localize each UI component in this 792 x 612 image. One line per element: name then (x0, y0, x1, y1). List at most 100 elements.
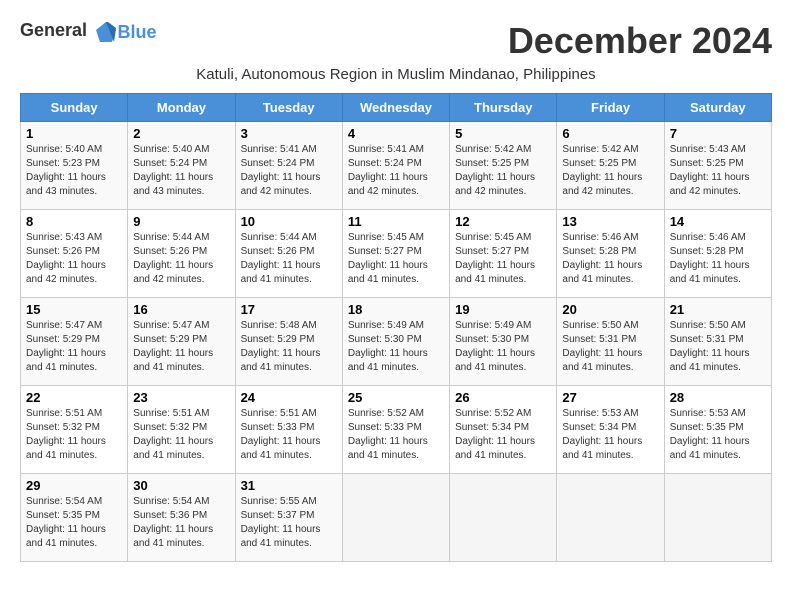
day-number: 1 (26, 126, 122, 141)
calendar-day-cell: 8 Sunrise: 5:43 AM Sunset: 5:26 PM Dayli… (21, 210, 128, 298)
calendar-day-cell: 22 Sunrise: 5:51 AM Sunset: 5:32 PM Dayl… (21, 386, 128, 474)
calendar-day-cell: 13 Sunrise: 5:46 AM Sunset: 5:28 PM Dayl… (557, 210, 664, 298)
day-number: 4 (348, 126, 444, 141)
day-number: 13 (562, 214, 658, 229)
calendar-day-cell: 16 Sunrise: 5:47 AM Sunset: 5:29 PM Dayl… (128, 298, 235, 386)
day-of-week-header: Thursday (450, 94, 557, 122)
calendar-day-cell (557, 474, 664, 562)
calendar-day-cell: 24 Sunrise: 5:51 AM Sunset: 5:33 PM Dayl… (235, 386, 342, 474)
day-info: Sunrise: 5:43 AM Sunset: 5:26 PM Dayligh… (26, 231, 122, 287)
calendar: SundayMondayTuesdayWednesdayThursdayFrid… (20, 93, 772, 562)
day-number: 2 (133, 126, 229, 141)
day-info: Sunrise: 5:49 AM Sunset: 5:30 PM Dayligh… (348, 319, 444, 375)
day-info: Sunrise: 5:42 AM Sunset: 5:25 PM Dayligh… (562, 143, 658, 199)
calendar-day-cell: 1 Sunrise: 5:40 AM Sunset: 5:23 PM Dayli… (21, 122, 128, 210)
day-info: Sunrise: 5:41 AM Sunset: 5:24 PM Dayligh… (241, 143, 337, 199)
day-info: Sunrise: 5:55 AM Sunset: 5:37 PM Dayligh… (241, 495, 337, 551)
day-number: 17 (241, 302, 337, 317)
day-number: 10 (241, 214, 337, 229)
day-info: Sunrise: 5:46 AM Sunset: 5:28 PM Dayligh… (562, 231, 658, 287)
calendar-day-cell: 12 Sunrise: 5:45 AM Sunset: 5:27 PM Dayl… (450, 210, 557, 298)
day-number: 3 (241, 126, 337, 141)
calendar-day-cell: 25 Sunrise: 5:52 AM Sunset: 5:33 PM Dayl… (342, 386, 449, 474)
day-info: Sunrise: 5:43 AM Sunset: 5:25 PM Dayligh… (670, 143, 766, 199)
day-number: 18 (348, 302, 444, 317)
day-number: 9 (133, 214, 229, 229)
calendar-day-cell: 6 Sunrise: 5:42 AM Sunset: 5:25 PM Dayli… (557, 122, 664, 210)
calendar-day-cell: 5 Sunrise: 5:42 AM Sunset: 5:25 PM Dayli… (450, 122, 557, 210)
day-number: 29 (26, 478, 122, 493)
day-number: 14 (670, 214, 766, 229)
calendar-week-row: 22 Sunrise: 5:51 AM Sunset: 5:32 PM Dayl… (21, 386, 772, 474)
calendar-day-cell (450, 474, 557, 562)
calendar-week-row: 1 Sunrise: 5:40 AM Sunset: 5:23 PM Dayli… (21, 122, 772, 210)
day-number: 6 (562, 126, 658, 141)
day-number: 27 (562, 390, 658, 405)
day-number: 15 (26, 302, 122, 317)
calendar-day-cell: 23 Sunrise: 5:51 AM Sunset: 5:32 PM Dayl… (128, 386, 235, 474)
month-title: December 2024 (508, 20, 772, 62)
day-info: Sunrise: 5:45 AM Sunset: 5:27 PM Dayligh… (455, 231, 551, 287)
calendar-day-cell: 20 Sunrise: 5:50 AM Sunset: 5:31 PM Dayl… (557, 298, 664, 386)
day-info: Sunrise: 5:47 AM Sunset: 5:29 PM Dayligh… (26, 319, 122, 375)
calendar-day-cell: 27 Sunrise: 5:53 AM Sunset: 5:34 PM Dayl… (557, 386, 664, 474)
day-info: Sunrise: 5:54 AM Sunset: 5:35 PM Dayligh… (26, 495, 122, 551)
calendar-day-cell (342, 474, 449, 562)
day-info: Sunrise: 5:41 AM Sunset: 5:24 PM Dayligh… (348, 143, 444, 199)
day-info: Sunrise: 5:44 AM Sunset: 5:26 PM Dayligh… (241, 231, 337, 287)
subtitle: Katuli, Autonomous Region in Muslim Mind… (20, 66, 772, 83)
day-of-week-header: Wednesday (342, 94, 449, 122)
calendar-header: SundayMondayTuesdayWednesdayThursdayFrid… (21, 94, 772, 122)
calendar-day-cell: 28 Sunrise: 5:53 AM Sunset: 5:35 PM Dayl… (664, 386, 771, 474)
day-info: Sunrise: 5:45 AM Sunset: 5:27 PM Dayligh… (348, 231, 444, 287)
calendar-day-cell: 17 Sunrise: 5:48 AM Sunset: 5:29 PM Dayl… (235, 298, 342, 386)
day-info: Sunrise: 5:50 AM Sunset: 5:31 PM Dayligh… (562, 319, 658, 375)
day-number: 19 (455, 302, 551, 317)
calendar-day-cell: 3 Sunrise: 5:41 AM Sunset: 5:24 PM Dayli… (235, 122, 342, 210)
day-info: Sunrise: 5:51 AM Sunset: 5:33 PM Dayligh… (241, 407, 337, 463)
day-number: 26 (455, 390, 551, 405)
day-number: 8 (26, 214, 122, 229)
day-info: Sunrise: 5:52 AM Sunset: 5:34 PM Dayligh… (455, 407, 551, 463)
calendar-day-cell: 4 Sunrise: 5:41 AM Sunset: 5:24 PM Dayli… (342, 122, 449, 210)
calendar-day-cell: 29 Sunrise: 5:54 AM Sunset: 5:35 PM Dayl… (21, 474, 128, 562)
calendar-day-cell: 21 Sunrise: 5:50 AM Sunset: 5:31 PM Dayl… (664, 298, 771, 386)
day-number: 22 (26, 390, 122, 405)
day-of-week-header: Monday (128, 94, 235, 122)
day-number: 12 (455, 214, 551, 229)
calendar-week-row: 29 Sunrise: 5:54 AM Sunset: 5:35 PM Dayl… (21, 474, 772, 562)
day-info: Sunrise: 5:44 AM Sunset: 5:26 PM Dayligh… (133, 231, 229, 287)
calendar-day-cell: 26 Sunrise: 5:52 AM Sunset: 5:34 PM Dayl… (450, 386, 557, 474)
logo-blue: Blue (118, 22, 157, 42)
calendar-day-cell: 14 Sunrise: 5:46 AM Sunset: 5:28 PM Dayl… (664, 210, 771, 298)
calendar-day-cell: 31 Sunrise: 5:55 AM Sunset: 5:37 PM Dayl… (235, 474, 342, 562)
day-info: Sunrise: 5:53 AM Sunset: 5:35 PM Dayligh… (670, 407, 766, 463)
day-info: Sunrise: 5:40 AM Sunset: 5:24 PM Dayligh… (133, 143, 229, 199)
calendar-day-cell: 10 Sunrise: 5:44 AM Sunset: 5:26 PM Dayl… (235, 210, 342, 298)
day-info: Sunrise: 5:54 AM Sunset: 5:36 PM Dayligh… (133, 495, 229, 551)
day-of-week-header: Sunday (21, 94, 128, 122)
calendar-day-cell: 19 Sunrise: 5:49 AM Sunset: 5:30 PM Dayl… (450, 298, 557, 386)
day-number: 30 (133, 478, 229, 493)
calendar-week-row: 8 Sunrise: 5:43 AM Sunset: 5:26 PM Dayli… (21, 210, 772, 298)
calendar-day-cell: 15 Sunrise: 5:47 AM Sunset: 5:29 PM Dayl… (21, 298, 128, 386)
calendar-day-cell (664, 474, 771, 562)
day-info: Sunrise: 5:48 AM Sunset: 5:29 PM Dayligh… (241, 319, 337, 375)
day-info: Sunrise: 5:47 AM Sunset: 5:29 PM Dayligh… (133, 319, 229, 375)
logo-icon (94, 20, 118, 44)
day-number: 5 (455, 126, 551, 141)
day-number: 21 (670, 302, 766, 317)
day-of-week-header: Saturday (664, 94, 771, 122)
day-info: Sunrise: 5:51 AM Sunset: 5:32 PM Dayligh… (133, 407, 229, 463)
day-info: Sunrise: 5:53 AM Sunset: 5:34 PM Dayligh… (562, 407, 658, 463)
day-number: 24 (241, 390, 337, 405)
day-number: 31 (241, 478, 337, 493)
day-number: 20 (562, 302, 658, 317)
day-of-week-header: Friday (557, 94, 664, 122)
day-number: 23 (133, 390, 229, 405)
day-info: Sunrise: 5:50 AM Sunset: 5:31 PM Dayligh… (670, 319, 766, 375)
calendar-week-row: 15 Sunrise: 5:47 AM Sunset: 5:29 PM Dayl… (21, 298, 772, 386)
logo: General Blue (20, 20, 157, 44)
logo-general: General (20, 20, 87, 40)
day-info: Sunrise: 5:52 AM Sunset: 5:33 PM Dayligh… (348, 407, 444, 463)
